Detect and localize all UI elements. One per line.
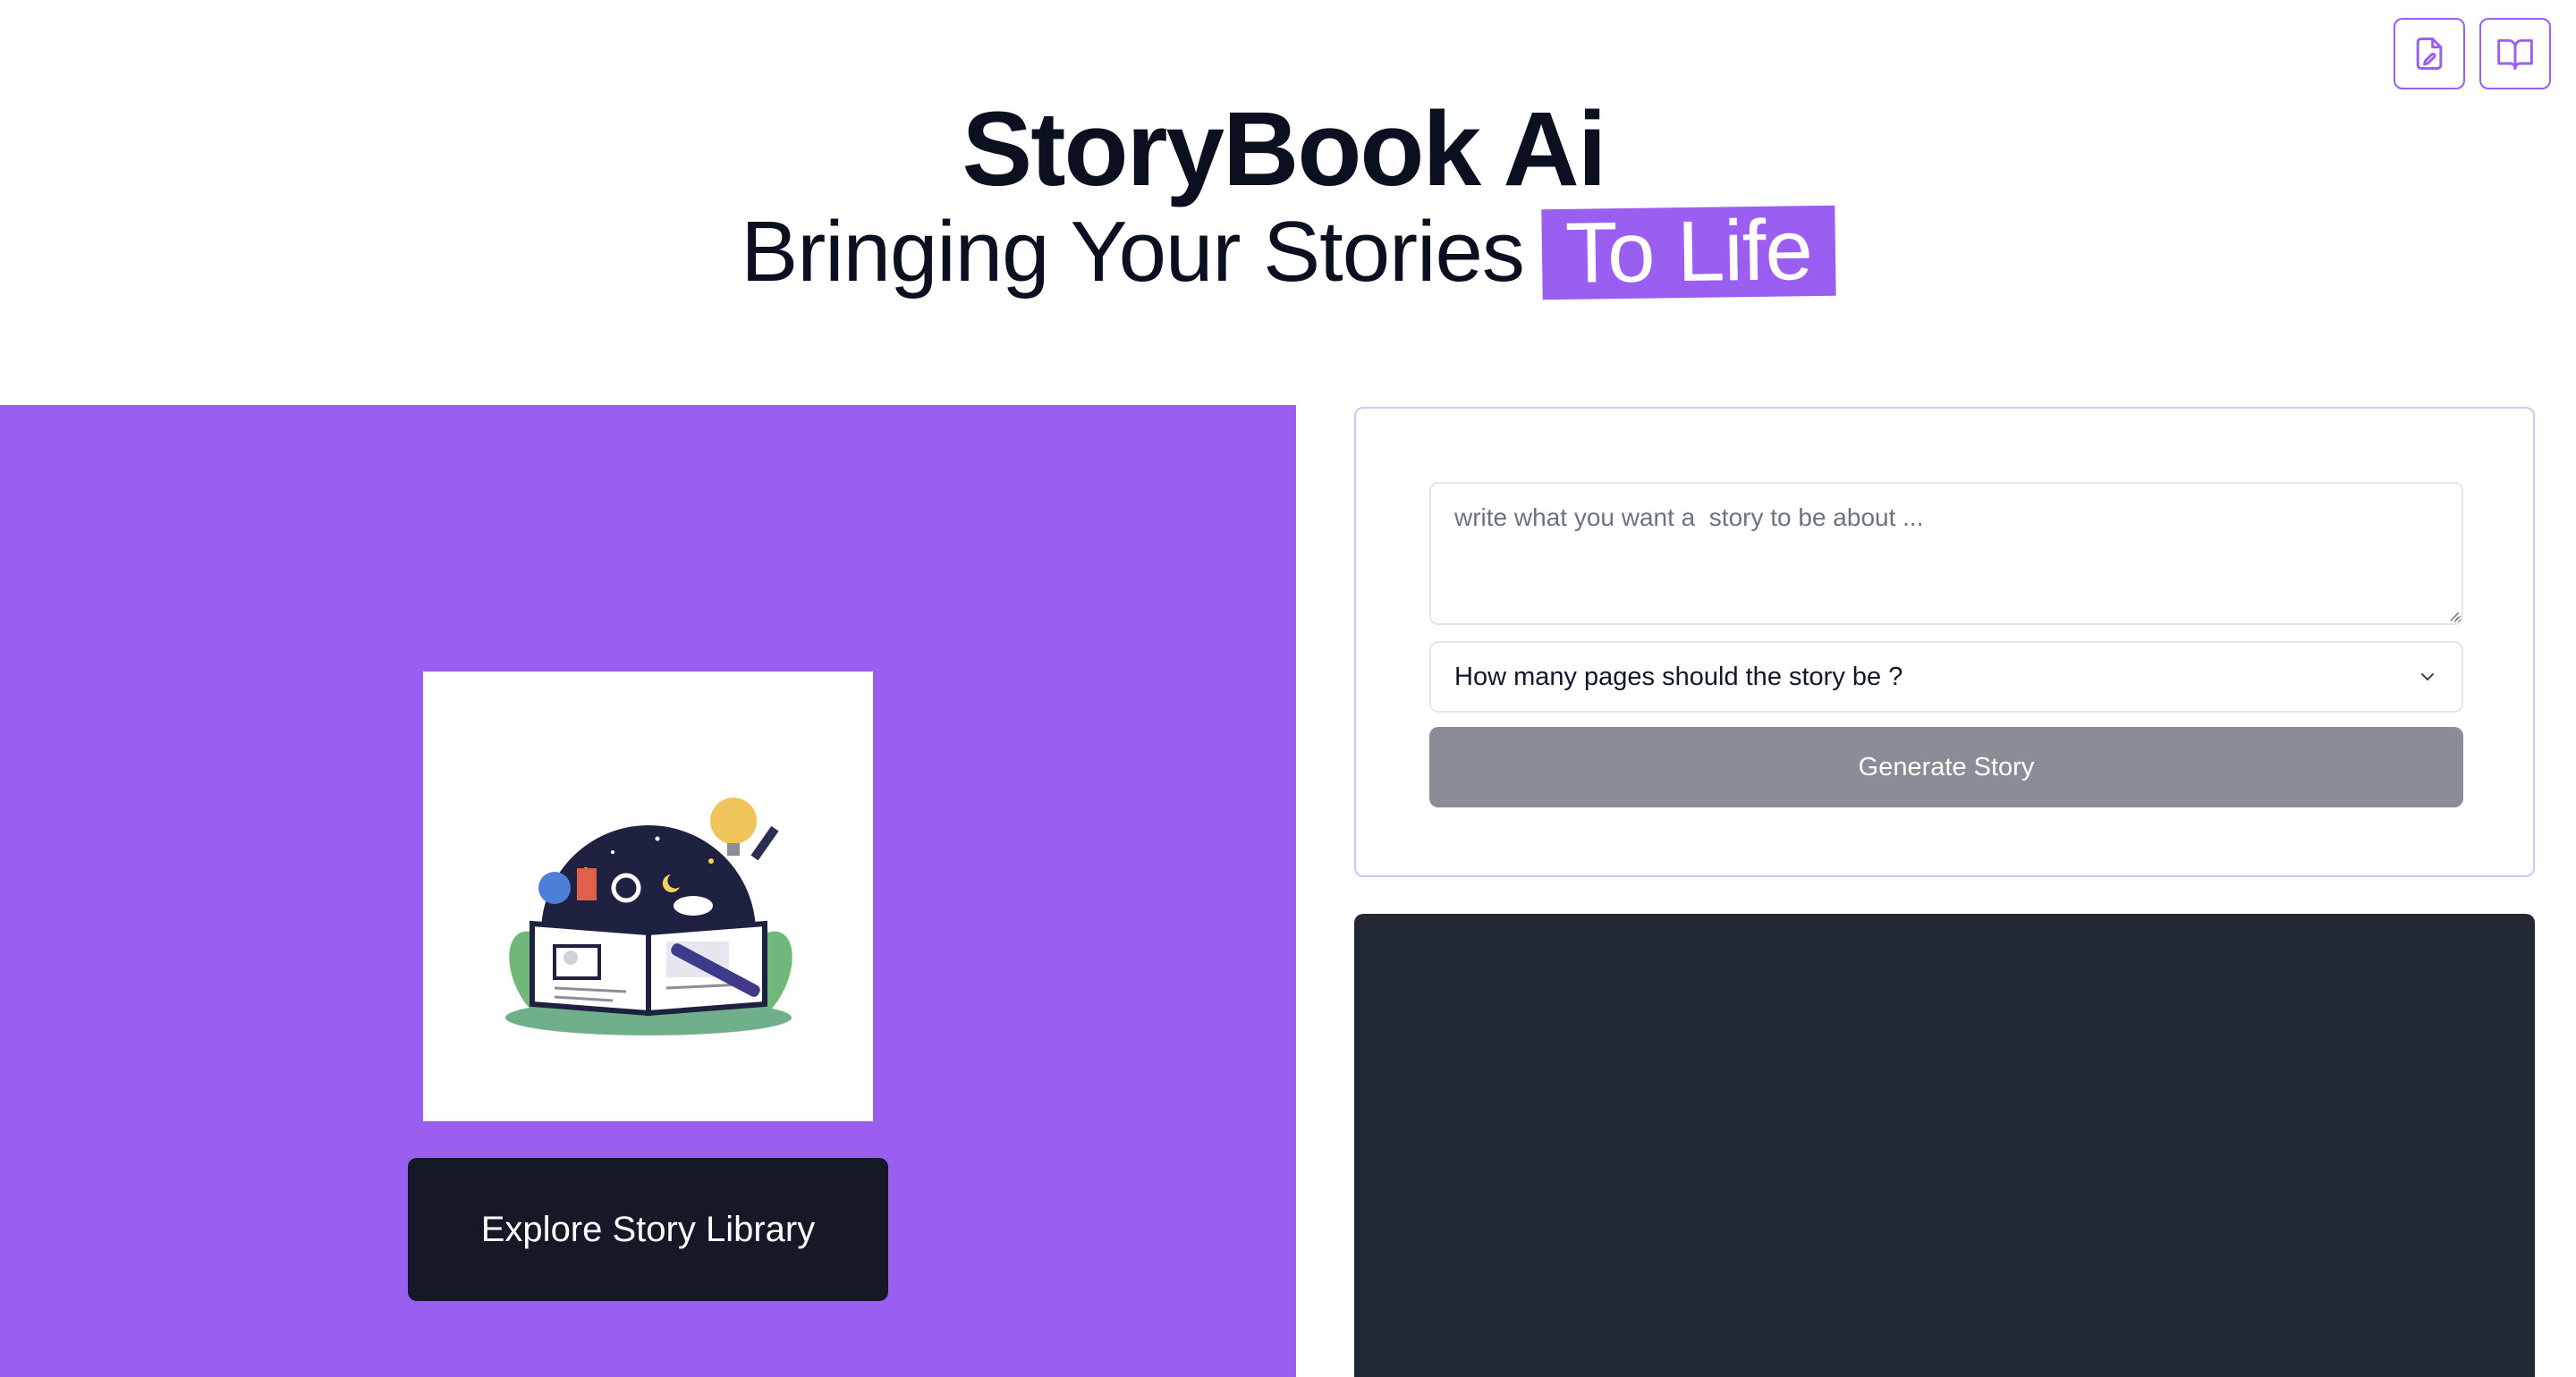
tagline-highlight: To Life xyxy=(1541,202,1836,301)
cover-image xyxy=(423,672,873,1121)
library-panel: Explore Story Library xyxy=(0,405,1296,1377)
hero: StoryBook Ai Bringing Your Stories To Li… xyxy=(0,90,2576,301)
story-prompt-input[interactable] xyxy=(1429,482,2463,625)
generate-story-button[interactable]: Generate Story xyxy=(1429,727,2463,807)
page-count-select[interactable]: How many pages should the story be ? xyxy=(1429,641,2463,713)
file-edit-icon xyxy=(2416,38,2443,70)
tagline-text: Bringing Your Stories xyxy=(741,204,1525,300)
app-title: StoryBook Ai xyxy=(962,90,1606,208)
open-book-illustration-icon xyxy=(504,797,792,1035)
create-story-button[interactable] xyxy=(2394,18,2465,89)
tagline: Bringing Your Stories To Life xyxy=(741,202,1836,301)
chevron-down-icon xyxy=(2421,673,2434,680)
story-form: How many pages should the story be ? Gen… xyxy=(1354,407,2535,877)
page-count-select-label: How many pages should the story be ? xyxy=(1454,662,1903,691)
top-actions xyxy=(2394,18,2551,89)
explore-library-button[interactable]: Explore Story Library xyxy=(408,1158,888,1301)
story-preview-panel xyxy=(1354,914,2535,1377)
library-button[interactable] xyxy=(2479,18,2551,89)
open-book-icon xyxy=(2497,38,2533,70)
